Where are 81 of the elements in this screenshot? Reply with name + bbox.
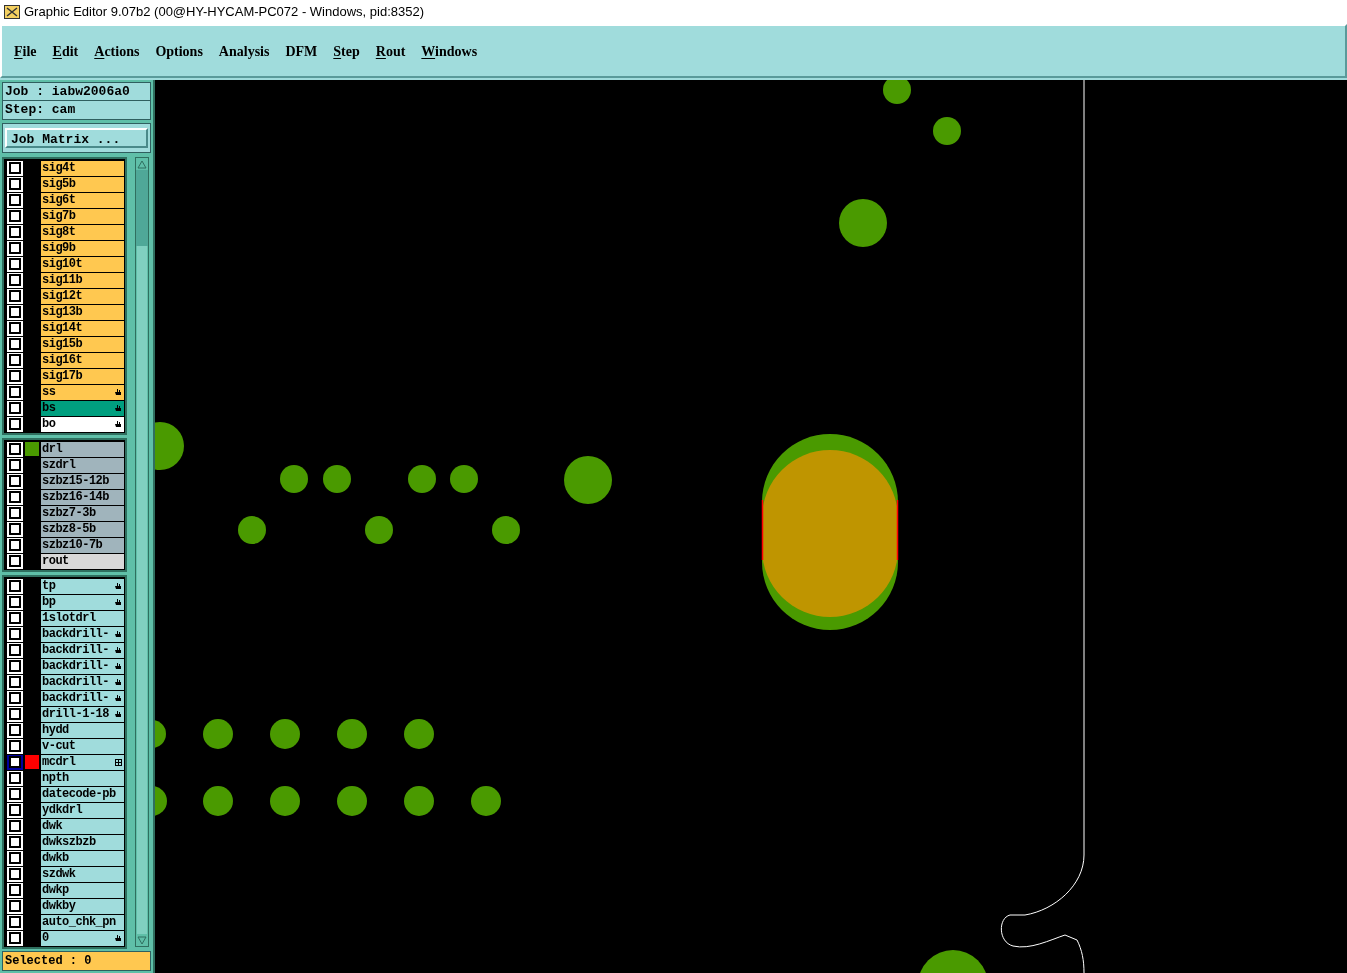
hand-icon xyxy=(114,630,122,638)
hand-icon xyxy=(114,582,122,590)
scroll-down-icon[interactable] xyxy=(137,935,147,945)
menu-item[interactable]: Actions xyxy=(94,40,140,62)
layer-item[interactable]: sig8t xyxy=(41,224,124,240)
layer-item[interactable]: backdrill- xyxy=(41,642,124,658)
status-field: Selected : 0 xyxy=(2,951,151,971)
layer-item[interactable]: backdrill- xyxy=(41,626,124,642)
hand-icon xyxy=(114,710,122,718)
hand-icon xyxy=(114,646,122,654)
pcb-canvas[interactable] xyxy=(155,80,1347,973)
layer-item[interactable]: sig5b xyxy=(41,176,124,192)
layer-item[interactable]: backdrill- xyxy=(41,690,124,706)
hand-icon xyxy=(114,404,122,412)
step-label: Step: cam xyxy=(2,101,151,120)
layer-item[interactable]: sig4t xyxy=(41,160,124,176)
layer-item[interactable]: sig13b xyxy=(41,304,124,320)
layer-item[interactable]: dwkp xyxy=(41,882,124,898)
menu-item[interactable]: Analysis xyxy=(218,40,270,62)
layer-item[interactable]: szbz8-5b xyxy=(41,521,124,537)
menu-item[interactable]: File xyxy=(14,40,37,62)
layer-item[interactable]: szdrl xyxy=(41,457,124,473)
layer-item[interactable]: szbz7-3b xyxy=(41,505,124,521)
scrollbar-thumb[interactable] xyxy=(136,170,148,246)
hand-icon xyxy=(114,662,122,670)
layer-item[interactable]: v-cut xyxy=(41,738,124,754)
menu-item[interactable]: DFM xyxy=(285,40,318,62)
layer-item[interactable]: dwkb xyxy=(41,850,124,866)
layer-item[interactable]: sig11b xyxy=(41,272,124,288)
scrollbar[interactable] xyxy=(135,157,149,947)
layer-item[interactable]: bp xyxy=(41,594,124,610)
menu-item[interactable]: Rout xyxy=(375,40,406,62)
layer-item[interactable]: dwkby xyxy=(41,898,124,914)
hand-icon xyxy=(114,388,122,396)
hand-icon xyxy=(114,420,122,428)
layer-item[interactable]: sig15b xyxy=(41,336,124,352)
layer-item[interactable]: rout xyxy=(41,553,124,569)
layer-item[interactable]: sig10t xyxy=(41,256,124,272)
layer-item[interactable]: bs xyxy=(41,400,124,416)
window-title: Graphic Editor 9.07b2 (00@HY-HYCAM-PC072 - Windows, pid:8352) xyxy=(24,3,424,22)
hand-icon xyxy=(114,934,122,942)
job-label: Job : iabw2006a0 xyxy=(2,82,151,101)
layer-item[interactable]: sig9b xyxy=(41,240,124,256)
hand-icon xyxy=(114,678,122,686)
menu-item[interactable]: Step xyxy=(333,40,360,62)
layer-item[interactable]: backdrill- xyxy=(41,658,124,674)
layer-item[interactable]: 0 xyxy=(41,930,124,946)
layer-item[interactable]: drl xyxy=(41,441,124,457)
grid-icon xyxy=(115,758,122,766)
layer-item[interactable]: 1slotdrl xyxy=(41,610,124,626)
layer-item[interactable]: sig16t xyxy=(41,352,124,368)
hand-icon xyxy=(114,694,122,702)
layer-item[interactable]: sig14t xyxy=(41,320,124,336)
layer-item[interactable]: auto_chk_pn xyxy=(41,914,124,930)
scroll-up-icon[interactable] xyxy=(137,159,147,169)
layer-item[interactable]: drill-1-18 xyxy=(41,706,124,722)
layer-item[interactable]: sig6t xyxy=(41,192,124,208)
layer-item[interactable]: szdwk xyxy=(41,866,124,882)
layer-item[interactable]: backdrill- xyxy=(41,674,124,690)
layer-item[interactable]: szbz15-12b xyxy=(41,473,124,489)
layer-item[interactable]: mcdrl xyxy=(41,754,124,770)
hand-icon xyxy=(114,598,122,606)
menu-item[interactable]: Windows xyxy=(421,40,478,62)
layer-item[interactable]: sig7b xyxy=(41,208,124,224)
layer-item[interactable]: szbz10-7b xyxy=(41,537,124,553)
layer-item[interactable]: sig17b xyxy=(41,368,124,384)
job-matrix-button[interactable]: Job Matrix ... xyxy=(5,128,148,148)
layer-item[interactable]: tp xyxy=(41,578,124,594)
layer-item[interactable]: dwkszbzb xyxy=(41,834,124,850)
layer-item[interactable]: sig12t xyxy=(41,288,124,304)
menu-item[interactable]: Options xyxy=(155,40,203,62)
layer-item[interactable]: ss xyxy=(41,384,124,400)
layer-item[interactable]: dwk xyxy=(41,818,124,834)
layer-item[interactable]: datecode-pb xyxy=(41,786,124,802)
app-icon xyxy=(4,5,20,19)
layer-item[interactable]: hydd xyxy=(41,722,124,738)
layer-item[interactable]: szbz16-14b xyxy=(41,489,124,505)
layer-item[interactable]: ydkdrl xyxy=(41,802,124,818)
layer-item[interactable]: bo xyxy=(41,416,124,432)
menu-item[interactable]: Edit xyxy=(52,40,79,62)
layer-item[interactable]: npth xyxy=(41,770,124,786)
